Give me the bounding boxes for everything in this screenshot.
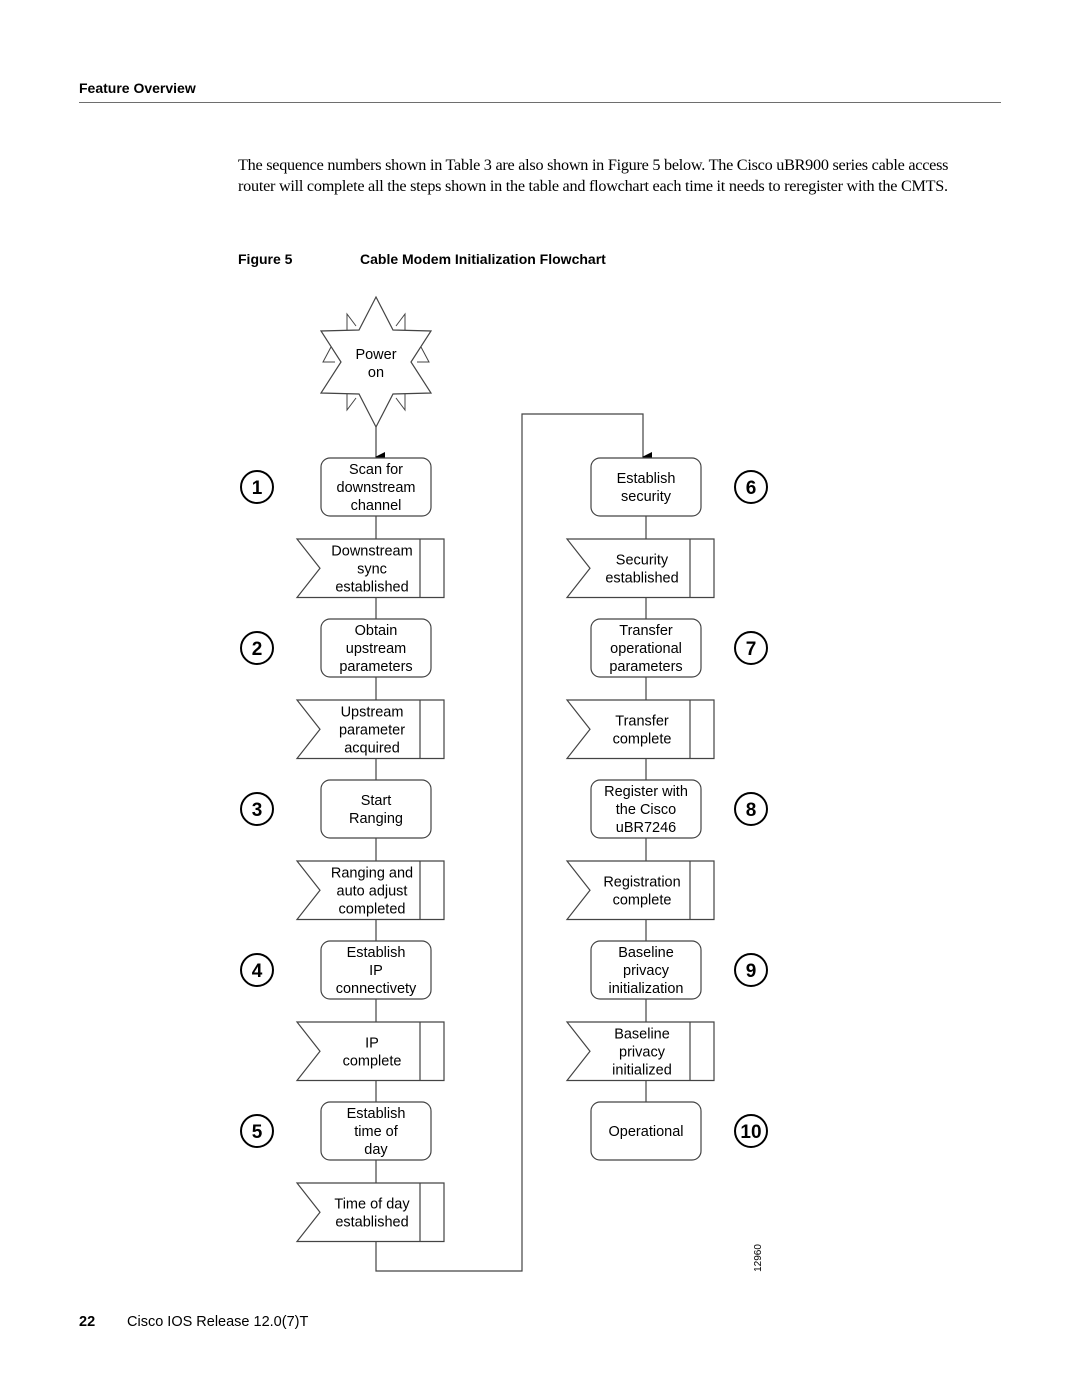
step-number: 6 [746,478,757,499]
node-text-line: established [605,571,678,587]
star-decoration [346,312,357,330]
node-text-line: Establish [347,1106,406,1122]
process-step: Obtain upstream parameters 2 [240,618,432,678]
node-text-line: sync [357,562,387,578]
node-text-line: complete [613,893,672,909]
node-text-line: initialization [609,981,684,997]
page-number: 22 [79,1314,96,1330]
node-text-line: IP [365,1036,379,1052]
node-text-line: Downstream [331,544,412,560]
node-text-line: privacy [619,1045,666,1061]
state-flag: Security established [565,538,715,599]
node-text-line: Transfer [619,623,673,639]
process-step: Transfer operational parameters 7 [590,618,768,678]
node-text-line: Obtain [355,623,398,639]
step-number: 5 [252,1122,263,1143]
state-flag: Transfer complete [565,699,715,760]
node-text-line: completed [339,902,406,918]
process-step: Start Ranging 3 [240,779,432,839]
figure-id-label: 12960 [753,1244,764,1272]
footer-doc-title: Cisco IOS Release 12.0(7)T [127,1314,309,1330]
process-step: Establish IP connectivety 4 [240,940,432,1000]
node-text-line: IP [369,963,383,979]
node-text-line: Registration [603,875,680,891]
node-text-line: Power [355,347,396,363]
step-number: 8 [746,800,757,821]
node-text-line: Baseline [614,1027,670,1043]
node-text-line: Ranging and [331,866,413,882]
step-number: 9 [746,961,757,982]
process-step: Register with the Cisco uBR7246 8 [590,779,768,839]
node-text-line: complete [613,732,672,748]
node-text-line: Upstream [341,705,404,721]
node-text-line: acquired [344,741,400,757]
node-text-line: Operational [609,1124,684,1140]
step-number: 1 [252,478,263,499]
star-decoration [395,312,406,330]
process-box [590,457,702,517]
node-text-line: operational [610,641,682,657]
state-flag: Upstream parameter acquired [295,699,445,760]
node-text-line: auto adjust [337,884,408,900]
node-text-line: connectivety [336,981,417,997]
node-text-line: established [335,1215,408,1231]
node-text-line: initialized [612,1063,672,1079]
step-number: 10 [740,1122,761,1143]
process-step: Establish security 6 [590,457,768,517]
state-flag: Ranging and auto adjust completed [295,860,445,921]
process-step: Baseline privacy initialization 9 [590,940,768,1000]
node-text-line: Register with [604,784,688,800]
step-number: 7 [746,639,757,660]
node-text-line: on [368,365,384,381]
node-text-line: Time of day [334,1197,410,1213]
node-text-line: uBR7246 [616,820,676,836]
state-flag: Registration complete [565,860,715,921]
node-text-line: Security [616,553,669,569]
step-number: 3 [252,800,263,821]
power-on-start: Power on [319,295,433,429]
node-text-line: Establish [617,471,676,487]
node-text-line: Establish [347,945,406,961]
process-box [320,779,432,839]
node-text-line: parameter [339,723,405,739]
node-text-line: parameters [339,659,412,675]
node-text-line: Start [361,793,392,809]
star-decoration [346,394,357,412]
node-text-line: upstream [346,641,406,657]
node-text-line: privacy [623,963,670,979]
node-text-line: Ranging [349,811,403,827]
node-text-line: day [364,1142,388,1158]
node-text-line: the Cisco [616,802,676,818]
process-step: Operational 10 [590,1101,768,1161]
step-number: 4 [252,961,263,982]
node-text-line: downstream [337,480,416,496]
node-text-line: established [335,580,408,596]
node-text-line: Baseline [618,945,674,961]
nodes: Scan for downstream channel 1 Downstream sync… [240,295,768,1243]
step-number: 2 [252,639,263,660]
state-flag: Time of day established [295,1182,445,1243]
state-flag: Baseline privacy initialized [565,1021,715,1082]
flowchart: Scan for downstream channel 1 Downstream sync… [240,295,768,1272]
state-flag: IP complete [295,1021,445,1082]
node-text-line: parameters [609,659,682,675]
node-text-line: security [621,489,672,505]
process-step: Establish time of day 5 [240,1101,432,1161]
star-decoration [395,394,406,412]
node-text-line: time of [354,1124,398,1140]
process-step: Scan for downstream channel 1 [240,457,432,517]
node-text-line: Scan for [349,462,403,478]
state-flag: Downstream sync established [295,538,445,599]
node-text-line: channel [351,498,402,514]
node-text-line: Transfer [615,714,669,730]
node-text-line: complete [343,1054,402,1070]
